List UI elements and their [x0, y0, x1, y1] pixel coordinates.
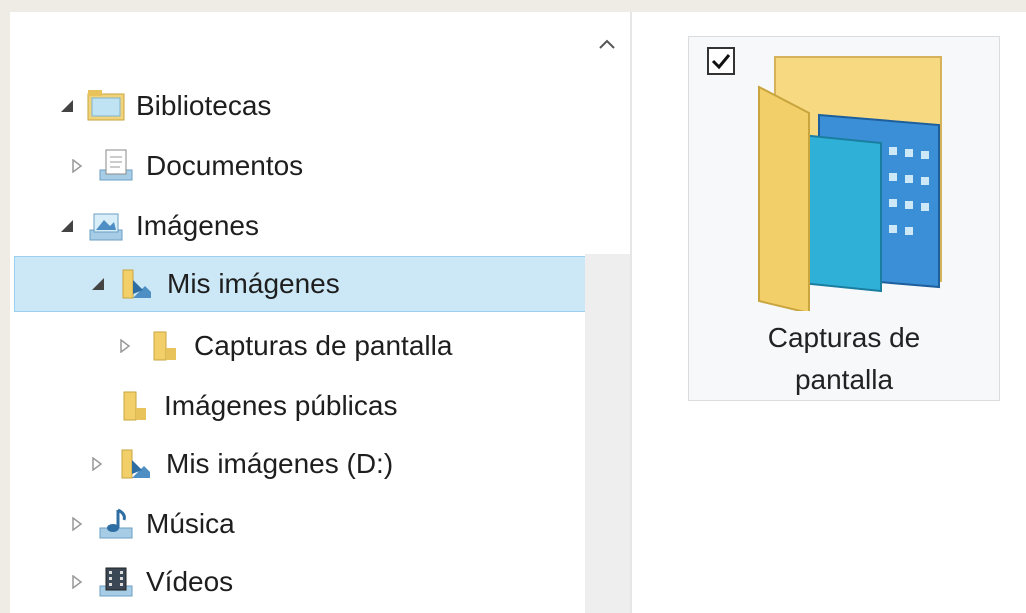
- folder-icon: [144, 328, 184, 364]
- tree-item-label: Capturas de pantalla: [194, 330, 453, 361]
- tile-label-line2: pantalla: [794, 364, 894, 395]
- collapsed-arrow-icon[interactable]: [66, 571, 88, 593]
- tree-item-label: Bibliotecas: [136, 90, 272, 121]
- my-pictures-folder-icon: [117, 266, 157, 302]
- libraries-icon: [86, 88, 126, 124]
- expanded-arrow-icon[interactable]: [56, 215, 78, 237]
- pictures-library-icon: [86, 208, 126, 244]
- tree-item-label: Mis imágenes (D:): [166, 448, 394, 479]
- tree-item-label: Imágenes: [136, 210, 259, 241]
- folder-tile-capturas-de-pantalla[interactable]: Capturas de pantalla: [688, 36, 1000, 401]
- collapsed-arrow-icon[interactable]: [86, 453, 108, 475]
- tree-item-mis-imagenes-d[interactable]: Mis imágenes (D:): [10, 436, 393, 492]
- navigation-pane: Bibliotecas Documentos Imágenes Mis imág…: [10, 12, 600, 613]
- scroll-up-arrow-icon[interactable]: [595, 32, 619, 56]
- content-pane: Capturas de pantalla: [632, 12, 1026, 613]
- nav-scrollbar[interactable]: [585, 12, 630, 613]
- collapsed-arrow-icon[interactable]: [66, 155, 88, 177]
- tree-item-capturas-de-pantalla[interactable]: Capturas de pantalla: [10, 318, 452, 374]
- music-library-icon: [96, 506, 136, 542]
- tile-label-line1: Capturas de: [767, 322, 921, 353]
- tree-item-imagenes-publicas[interactable]: Imágenes públicas: [10, 378, 397, 434]
- my-pictures-folder-icon: [116, 446, 156, 482]
- tree-item-label: Mis imágenes: [167, 268, 340, 299]
- documents-library-icon: [96, 148, 136, 184]
- tree-item-videos[interactable]: Vídeos: [10, 554, 233, 610]
- tree-item-imagenes[interactable]: Imágenes: [10, 198, 259, 254]
- checkmark-icon: [711, 54, 731, 70]
- file-explorer-window: Bibliotecas Documentos Imágenes Mis imág…: [10, 12, 1026, 613]
- collapsed-arrow-icon[interactable]: [66, 513, 88, 535]
- tree-item-bibliotecas[interactable]: Bibliotecas: [10, 78, 271, 134]
- folder-icon: [114, 388, 154, 424]
- tree-item-label: Vídeos: [146, 566, 234, 597]
- tile-label: Capturas de pantalla: [689, 317, 999, 401]
- tree-item-musica[interactable]: Música: [10, 496, 235, 552]
- collapsed-arrow-icon[interactable]: [114, 335, 136, 357]
- screenshots-folder-icon: [758, 56, 942, 311]
- videos-library-icon: [96, 564, 136, 600]
- tree-item-documentos[interactable]: Documentos: [10, 138, 303, 194]
- expanded-arrow-icon[interactable]: [56, 95, 78, 117]
- tree-item-label: Documentos: [146, 150, 304, 181]
- tree-item-mis-imagenes[interactable]: Mis imágenes: [14, 256, 586, 312]
- tree-item-label: Música: [146, 508, 235, 539]
- tree-item-label: Imágenes públicas: [164, 390, 398, 421]
- scroll-thumb[interactable]: [585, 254, 630, 613]
- expanded-arrow-icon[interactable]: [87, 273, 109, 295]
